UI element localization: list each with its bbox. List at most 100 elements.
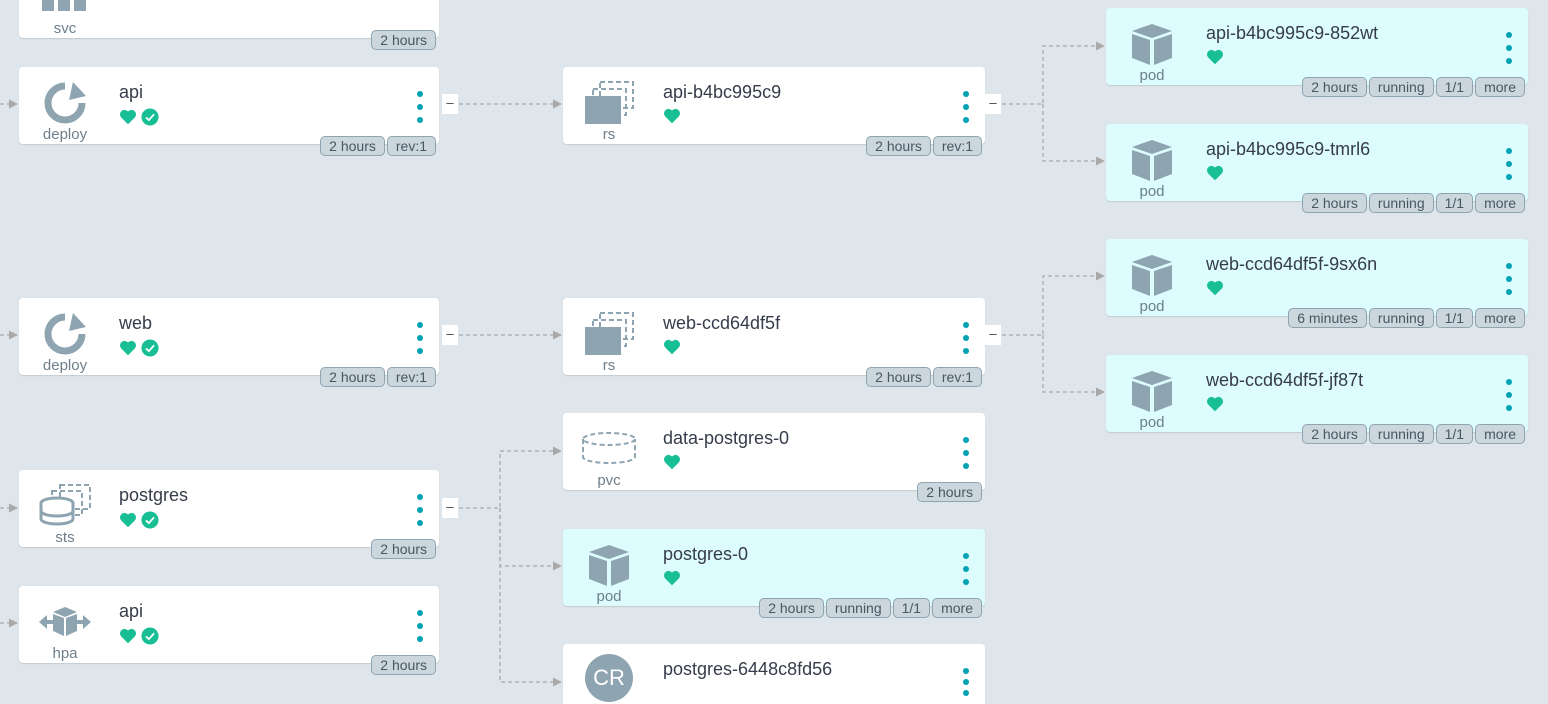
age-tag: 2 hours — [866, 136, 931, 156]
node-name: data-postgres-0 — [663, 428, 790, 448]
node-kind: rs — [602, 357, 616, 374]
status-icons — [1206, 280, 1224, 296]
node-menu-button[interactable] — [1505, 32, 1513, 64]
more-tag[interactable]: more — [1475, 77, 1525, 97]
node-kind: deploy — [42, 357, 88, 374]
node-menu-button[interactable] — [1505, 379, 1513, 411]
node-menu-button[interactable] — [962, 668, 970, 696]
node-tags: 2 hours running 1/1 more — [1302, 424, 1525, 444]
status-icons — [119, 627, 159, 645]
age-tag: 2 hours — [917, 482, 982, 502]
revision-tag: rev:1 — [932, 367, 982, 387]
more-tag[interactable]: more — [1475, 308, 1525, 328]
healthy-heart-icon — [1207, 396, 1223, 412]
node-kind: pod — [596, 588, 622, 605]
collapse-button[interactable]: – — [985, 94, 1001, 114]
ready-tag: 1/1 — [1435, 308, 1474, 328]
node-tags: 2 hours — [917, 482, 982, 502]
collapse-button[interactable]: – — [985, 325, 1001, 345]
status-tag: running — [1368, 308, 1434, 328]
node-kind: hpa — [52, 645, 78, 662]
age-tag: 2 hours — [1302, 424, 1367, 444]
node-pod-postgres-0[interactable]: pod postgres-0 2 hours running 1/1 more — [563, 529, 985, 618]
pod-icon — [1120, 367, 1184, 415]
status-icons — [663, 454, 681, 470]
node-menu-button[interactable] — [962, 437, 970, 469]
node-name: api — [119, 601, 144, 621]
node-name: postgres-0 — [663, 544, 749, 564]
healthy-heart-icon — [120, 109, 136, 125]
node-kind: pod — [1139, 183, 1165, 200]
node-kind: pod — [1139, 298, 1165, 315]
more-tag[interactable]: more — [932, 598, 982, 618]
age-tag: 2 hours — [320, 136, 385, 156]
node-pod-web-9sx6n[interactable]: pod web-ccd64df5f-9sx6n 6 minutes runnin… — [1106, 239, 1528, 328]
node-pod-api-852wt[interactable]: pod api-b4bc995c9-852wt 2 hours running … — [1106, 8, 1528, 97]
revision-tag: rev:1 — [932, 136, 982, 156]
replicaset-icon — [577, 79, 641, 127]
node-deploy-web[interactable]: deploy web 2 hours rev:1 — [19, 298, 439, 387]
node-tags: 2 hours — [371, 655, 436, 675]
status-icons — [1206, 396, 1224, 412]
ready-tag: 1/1 — [1435, 77, 1474, 97]
node-rs-api[interactable]: rs api-b4bc995c9 2 hours rev:1 — [563, 67, 985, 156]
node-menu-button[interactable] — [416, 610, 424, 642]
node-cr-postgres[interactable]: CR postgres-6448c8fd56 — [563, 644, 985, 704]
node-deploy-api[interactable]: deploy api 2 hours rev:1 — [19, 67, 439, 156]
node-name: api — [119, 82, 144, 102]
node-name: postgres-6448c8fd56 — [663, 659, 833, 679]
collapse-button[interactable]: – — [442, 94, 458, 114]
collapse-button[interactable]: – — [442, 325, 458, 345]
service-icon — [33, 0, 97, 21]
node-rs-web[interactable]: rs web-ccd64df5f 2 hours rev:1 — [563, 298, 985, 387]
node-sts-postgres[interactable]: sts postgres 2 hours — [19, 470, 439, 559]
deploy-icon — [33, 310, 97, 358]
node-tags: 2 hours — [371, 539, 436, 559]
synced-check-icon — [141, 339, 159, 357]
node-menu-button[interactable] — [962, 322, 970, 354]
status-icons — [663, 108, 681, 124]
node-svc[interactable]: svc 2 hours — [19, 0, 439, 50]
node-kind: pod — [1139, 414, 1165, 431]
node-menu-button[interactable] — [1505, 148, 1513, 180]
cr-icon: CR — [577, 654, 641, 702]
node-menu-button[interactable] — [416, 91, 424, 123]
healthy-heart-icon — [664, 339, 680, 355]
revision-tag: rev:1 — [386, 367, 436, 387]
status-icons — [1206, 49, 1224, 65]
healthy-heart-icon — [664, 108, 680, 124]
node-menu-button[interactable] — [416, 494, 424, 526]
age-tag: 2 hours — [866, 367, 931, 387]
more-tag[interactable]: more — [1475, 424, 1525, 444]
healthy-heart-icon — [1207, 280, 1223, 296]
node-name: web-ccd64df5f-jf87t — [1206, 370, 1364, 390]
healthy-heart-icon — [120, 340, 136, 356]
more-tag[interactable]: more — [1475, 193, 1525, 213]
status-tag: running — [1368, 424, 1434, 444]
status-tag: running — [1368, 193, 1434, 213]
node-menu-button[interactable] — [962, 553, 970, 585]
cr-badge: CR — [585, 654, 633, 702]
status-tag: running — [825, 598, 891, 618]
node-tags: 6 minutes running 1/1 more — [1288, 308, 1525, 328]
node-menu-button[interactable] — [1505, 263, 1513, 295]
replicaset-icon — [577, 310, 641, 358]
healthy-heart-icon — [664, 454, 680, 470]
status-icons — [119, 339, 159, 357]
pod-icon — [1120, 251, 1184, 299]
status-icons — [119, 511, 159, 529]
pod-icon — [1120, 136, 1184, 184]
node-menu-button[interactable] — [962, 91, 970, 123]
collapse-button[interactable]: – — [442, 498, 458, 518]
node-pod-web-jf87t[interactable]: pod web-ccd64df5f-jf87t 2 hours running … — [1106, 355, 1528, 444]
healthy-heart-icon — [1207, 49, 1223, 65]
age-tag: 6 minutes — [1288, 308, 1367, 328]
node-pvc-data-postgres-0[interactable]: pvc data-postgres-0 2 hours — [563, 413, 985, 502]
node-name: web — [119, 313, 153, 333]
node-menu-button[interactable] — [416, 322, 424, 354]
ready-tag: 1/1 — [1435, 424, 1474, 444]
node-hpa-api[interactable]: hpa api 2 hours — [19, 586, 439, 675]
node-tags: 2 hours running 1/1 more — [1302, 77, 1525, 97]
status-icons — [663, 570, 681, 586]
node-pod-api-tmrl6[interactable]: pod api-b4bc995c9-tmrl6 2 hours running … — [1106, 124, 1528, 213]
